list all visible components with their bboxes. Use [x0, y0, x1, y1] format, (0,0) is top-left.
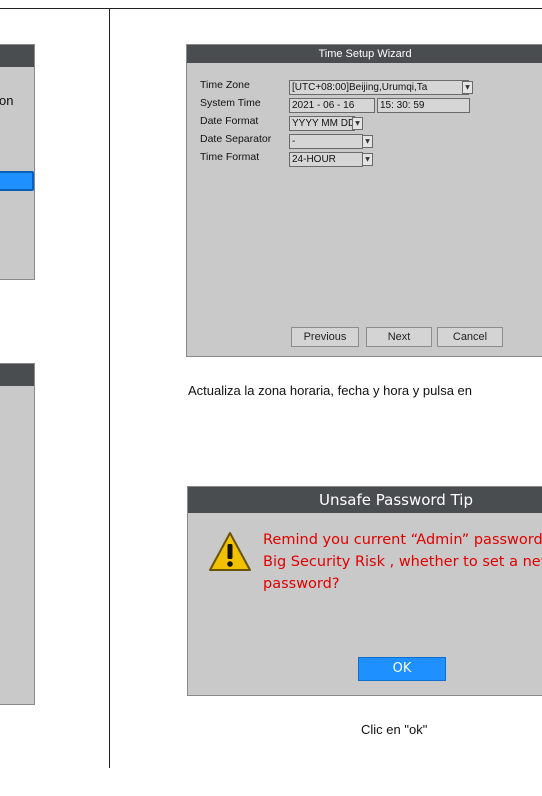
chevron-down-icon[interactable]: ▼	[352, 117, 363, 130]
column-divider-line	[109, 8, 110, 768]
date-separator-select[interactable]: -	[289, 134, 363, 149]
unsafe-password-dialog: Unsafe Password Tip Remind you current “…	[187, 486, 542, 696]
password-tip-title: Unsafe Password Tip	[319, 491, 473, 509]
cropped-dialog-bottom-titlebar	[0, 364, 34, 386]
cropped-dialog-text: on	[0, 93, 14, 108]
date-separator-label: Date Separator	[200, 133, 272, 145]
next-button[interactable]: Next	[366, 327, 432, 347]
time-zone-value: [UTC+08:00]Beijing,Urumqi,Ta	[292, 82, 428, 93]
previous-button[interactable]: Previous	[291, 327, 359, 347]
warning-icon	[209, 532, 251, 571]
time-format-value: 24-HOUR	[292, 154, 336, 165]
system-date-value: 2021 - 06 - 16	[292, 100, 355, 111]
message-line-2: Big Security Risk , whether to set a new	[263, 554, 542, 570]
wizard-title: Time Setup Wizard	[187, 45, 542, 63]
time-zone-label: Time Zone	[200, 79, 250, 91]
chevron-down-icon[interactable]: ▼	[462, 81, 473, 94]
ok-button[interactable]: OK	[358, 657, 446, 681]
cropped-dialog-checkbox[interactable]	[0, 171, 34, 191]
top-divider-line	[0, 8, 542, 9]
password-tip-message: Remind you current “Admin” password Big …	[263, 529, 542, 595]
time-format-label: Time Format	[200, 151, 260, 163]
time-format-select[interactable]: 24-HOUR	[289, 152, 363, 167]
cropped-dialog-bottom	[0, 363, 35, 705]
cropped-dialog-titlebar	[0, 45, 34, 67]
message-line-1: Remind you current “Admin” password	[263, 532, 542, 548]
system-date-field[interactable]: 2021 - 06 - 16	[289, 98, 375, 113]
caption-time-setup: Actualiza la zona horaria, fecha y hora …	[188, 383, 473, 398]
date-format-value: YYYY MM DD	[292, 118, 355, 129]
chevron-down-icon[interactable]: ▼	[362, 135, 373, 148]
date-separator-value: -	[292, 136, 296, 147]
system-time-field[interactable]: 15: 30: 59	[377, 98, 470, 113]
date-format-label: Date Format	[200, 115, 259, 127]
password-tip-titlebar: Unsafe Password Tip	[188, 487, 542, 513]
cancel-button[interactable]: Cancel	[437, 327, 503, 347]
time-zone-select[interactable]: [UTC+08:00]Beijing,Urumqi,Ta	[289, 80, 469, 95]
chevron-down-icon[interactable]: ▼	[362, 153, 373, 166]
time-setup-wizard-dialog: Time Setup Wizard Time Zone [UTC+08:00]B…	[186, 44, 542, 357]
system-time-value: 15: 30: 59	[380, 100, 425, 111]
caption-ok: Clic en "ok"	[361, 722, 428, 737]
cropped-dialog-top: on	[0, 44, 35, 280]
system-time-label: System Time	[200, 97, 261, 109]
message-line-3: password?	[263, 576, 340, 592]
date-format-select[interactable]: YYYY MM DD	[289, 116, 355, 131]
